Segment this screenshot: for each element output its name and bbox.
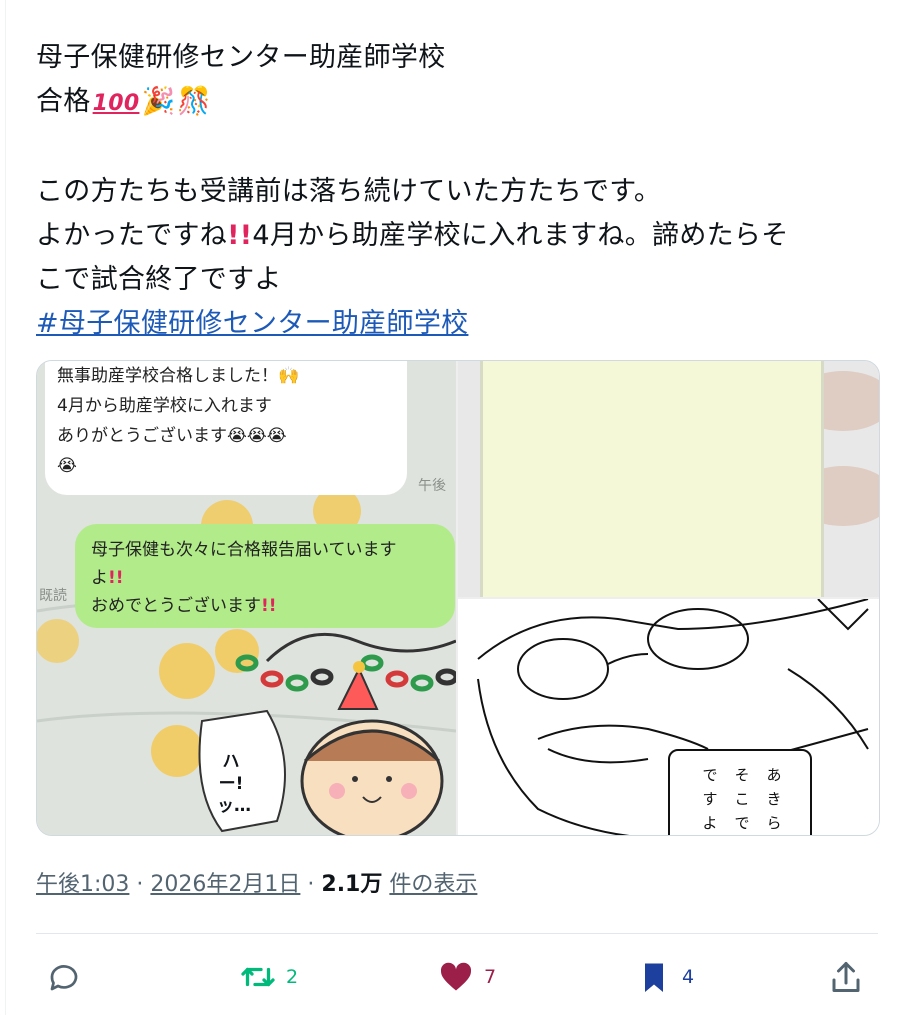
received-message-bubble: 無事助産学校合格しました！🙌 4月から助産学校に入れます ありがとうございます😭… [45,361,407,495]
image-manga-panel[interactable]: あきら そこで ですよ [458,599,879,835]
share-button[interactable] [828,955,864,999]
like-button[interactable]: 7 [438,955,496,999]
post-text: 母子保健研修センター助産師学校 合格100🎉🎊 この方たちも受講前は落ち続けてい… [36,36,878,346]
speech-column-2: そこで [734,766,750,832]
sent-text-2: よ [91,568,108,588]
view-count: 2.1万 [321,872,383,897]
hundred-points-icon: 100 [92,91,140,116]
reply-icon [50,965,78,991]
sent-message-line-3: おめでとうございます!! [91,592,439,620]
action-divider [36,933,878,934]
sent-message-bubble: 母子保健も次々に合格報告届いています よ!! おめでとうございます!! [75,524,455,628]
confetti-ball-icon: 🎊 [177,86,212,117]
received-message-line-2: 4月から助産学校に入れます [57,396,272,416]
party-popper-icon: 🎉 [141,86,176,117]
image-document-photo[interactable] [458,361,879,597]
message-time: 午後 [418,478,446,494]
post-line-1: 母子保健研修センター助産師学校 [36,42,446,73]
like-count: 7 [484,966,497,988]
post-line-4: よかったですね!!4月から助産学校に入れますね。諦めたらそ [36,214,878,258]
repost-icon [241,967,275,987]
reply-button[interactable] [46,955,92,999]
views-label[interactable]: 件の表示 [389,872,477,897]
blank-paper [480,361,824,597]
post-line-4b-text: 4月から助産学校に入れますね。諦めたらそ [252,220,789,251]
heart-icon [440,962,472,991]
post-date-link[interactable]: 2026年2月1日 [150,872,300,897]
sent-text-3: おめでとうございます [91,596,261,616]
repost-count: 2 [286,966,299,988]
post-line-4-text: よかったですね [36,220,228,251]
received-text-3: ありがとうございます [57,426,227,446]
post-line-3: この方たちも受講前は落ち続けていた方たちです。 [36,176,662,207]
crying-face-icon: 😭😭😭 [227,426,287,446]
received-text-1: 無事助産学校合格しました！ [57,366,278,386]
timeline-border [5,0,6,1015]
bookmark-icon [645,963,663,992]
bookmark-count: 4 [682,966,695,988]
image-chat-screenshot[interactable]: 無事助産学校合格しました！🙌 4月から助産学校に入れます ありがとうございます😭… [37,361,456,835]
received-message-line-3: ありがとうございます😭😭😭 [57,421,395,451]
post-line-5: こで試合終了ですよ [36,264,282,295]
media-grid: 無事助産学校合格しました！🙌 4月から助産学校に入れます ありがとうございます😭… [36,360,880,836]
double-exclamation-icon: !! [227,220,253,251]
post-line-2: 合格100🎉🎊 [36,80,878,126]
double-exclamation-icon: !! [108,568,124,588]
share-icon [832,962,860,992]
post-meta: 午後1:03 · 2026年2月1日 · 2.1万 件の表示 [36,866,477,898]
speech-column-1: あきら [766,766,782,832]
double-exclamation-icon: !! [261,596,277,616]
post-line-2-text: 合格 [36,86,91,117]
sticker-speech-text: ハー!ッ… [217,752,251,816]
bookmark-button[interactable]: 4 [636,955,694,999]
sent-message-line-2: よ!! [91,564,439,592]
sent-message-line-1: 母子保健も次々に合格報告届いています [91,540,397,560]
manga-speech-box: あきら そこで ですよ [668,749,812,835]
repost-button[interactable]: 2 [240,955,298,999]
received-message-line-1: 無事助産学校合格しました！🙌 [57,361,395,391]
read-receipt: 既読 [39,588,67,604]
crying-face-icon-2: 😭 [57,456,77,476]
post-time-link[interactable]: 午後1:03 [36,872,129,897]
meta-separator: · [136,872,144,897]
hashtag-link[interactable]: #母子保健研修センター助産師学校 [36,302,878,346]
raised-hands-icon: 🙌 [278,366,300,386]
meta-separator: · [307,872,315,897]
speech-column-3: ですよ [702,766,718,832]
